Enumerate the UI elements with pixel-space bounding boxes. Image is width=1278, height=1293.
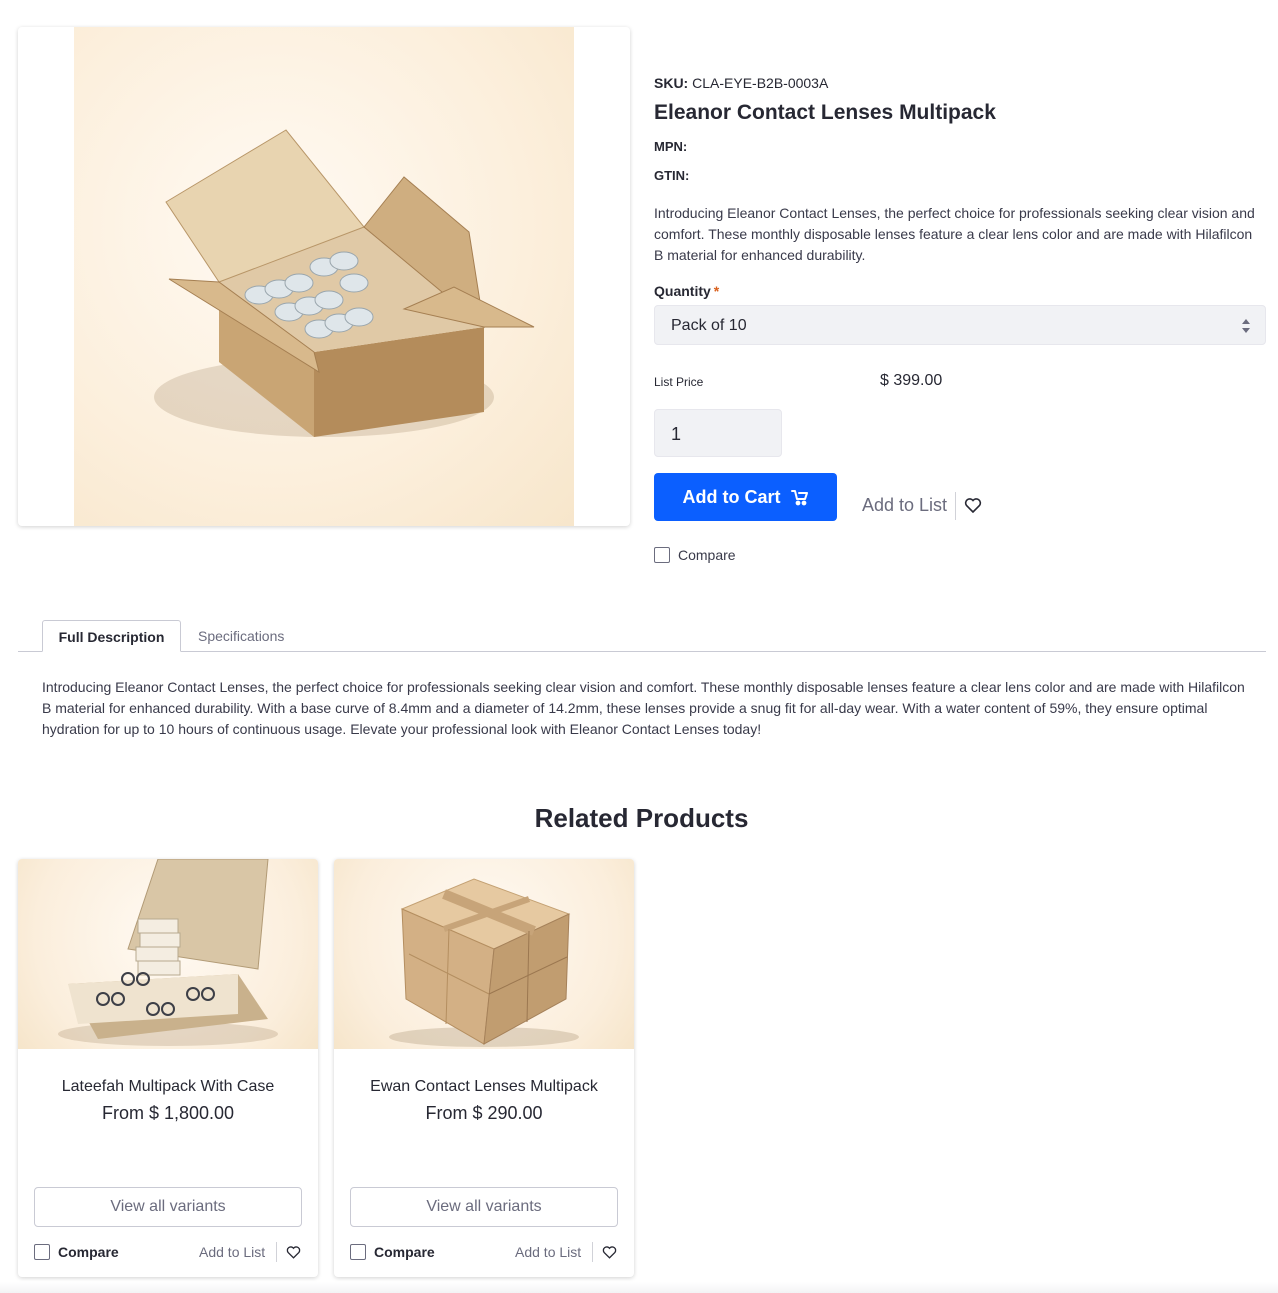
compare-checkbox[interactable]: Compare xyxy=(34,1244,119,1260)
product-card[interactable]: Lateefah Multipack With Case From $ 1,80… xyxy=(18,859,318,1277)
required-mark: * xyxy=(713,283,720,299)
sku-label: SKU: xyxy=(654,75,689,91)
related-products-title: Related Products xyxy=(534,803,749,833)
product-price: From $ 290.00 xyxy=(425,1103,543,1123)
product-card[interactable]: Ewan Contact Lenses Multipack From $ 290… xyxy=(334,859,634,1277)
checkbox-box[interactable] xyxy=(34,1244,50,1260)
gtin-label: GTIN: xyxy=(654,168,690,183)
product-price: From $ 1,800.00 xyxy=(101,1103,235,1123)
tabs-divider xyxy=(18,651,1266,652)
quantity-input[interactable]: 1 xyxy=(654,409,782,457)
heart-icon[interactable] xyxy=(964,497,982,513)
product-thumbnail[interactable] xyxy=(334,859,634,1049)
view-all-variants-button[interactable]: View all variants xyxy=(350,1187,618,1227)
compare-label: Compare xyxy=(374,1244,435,1260)
divider xyxy=(955,492,956,520)
quantity-select-value: Pack of 10 xyxy=(671,317,747,334)
checkbox-box[interactable] xyxy=(350,1244,366,1260)
product-image xyxy=(74,27,574,526)
add-to-list-link[interactable]: Add to List xyxy=(862,495,947,516)
checkbox-box[interactable] xyxy=(654,547,670,563)
product-thumbnail[interactable] xyxy=(18,859,318,1049)
full-description: Introducing Eleanor Contact Lenses, the … xyxy=(42,679,1245,737)
add-to-cart-button[interactable]: Add to Cart xyxy=(654,473,837,521)
select-arrows-icon xyxy=(1242,319,1250,333)
product-image-card xyxy=(18,27,630,526)
tab-full-description[interactable]: Full Description xyxy=(42,620,181,652)
product-title: Eleanor Contact Lenses Multipack xyxy=(654,101,996,124)
view-all-variants-button[interactable]: View all variants xyxy=(34,1187,302,1227)
list-price: $ 399.00 xyxy=(880,372,943,389)
quantity-select[interactable]: Pack of 10 xyxy=(654,305,1266,345)
add-to-list-link[interactable]: Add to List xyxy=(515,1244,581,1260)
list-price-label: List Price xyxy=(654,375,704,389)
compare-label: Compare xyxy=(58,1244,119,1260)
product-name[interactable]: Ewan Contact Lenses Multipack xyxy=(334,1078,634,1096)
sku-value: CLA-EYE-B2B-0003A xyxy=(692,75,829,91)
quantity-label: Quantity * xyxy=(654,283,719,299)
short-description: Introducing Eleanor Contact Lenses, the … xyxy=(654,205,1255,263)
add-to-list-link[interactable]: Add to List xyxy=(199,1244,265,1260)
tab-specifications[interactable]: Specifications xyxy=(198,628,284,644)
cart-icon xyxy=(790,490,808,506)
product-name[interactable]: Lateefah Multipack With Case xyxy=(18,1078,318,1096)
mpn-label: MPN: xyxy=(654,139,688,154)
heart-icon[interactable] xyxy=(602,1245,617,1259)
quantity-label-text: Quantity xyxy=(654,283,711,299)
divider xyxy=(592,1242,593,1262)
add-to-cart-label: Add to Cart xyxy=(682,486,781,507)
compare-label: Compare xyxy=(678,547,736,563)
compare-checkbox[interactable]: Compare xyxy=(654,547,736,563)
divider xyxy=(276,1242,277,1262)
compare-checkbox[interactable]: Compare xyxy=(350,1244,435,1260)
sku: SKU: CLA-EYE-B2B-0003A xyxy=(654,75,828,91)
page-bottom-edge xyxy=(0,1282,1278,1293)
heart-icon[interactable] xyxy=(286,1245,301,1259)
